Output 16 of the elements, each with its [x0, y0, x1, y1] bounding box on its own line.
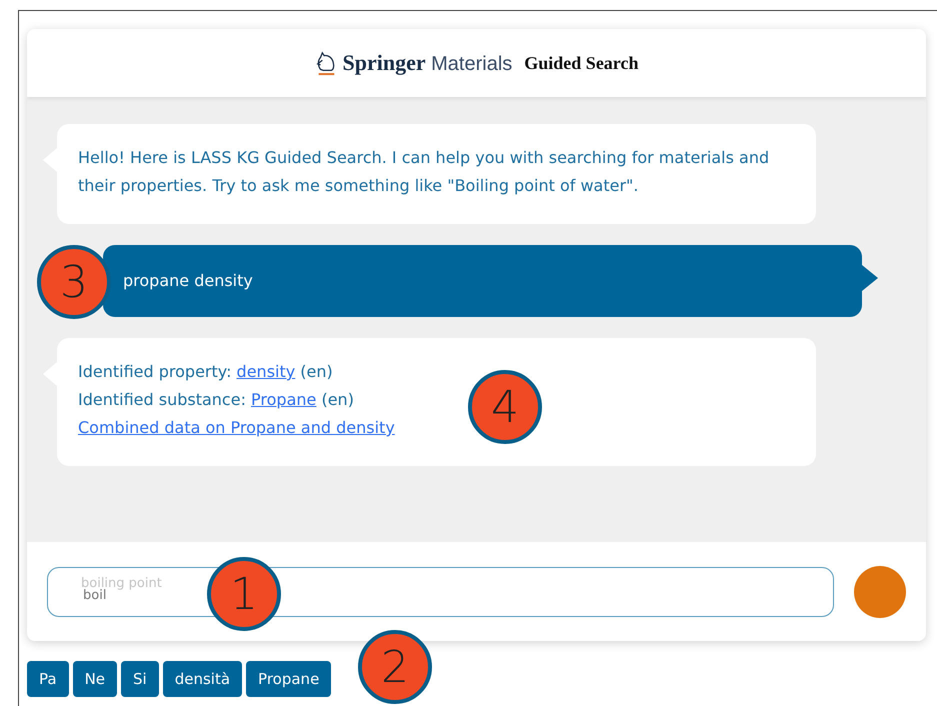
link[interactable]: density [236, 362, 296, 381]
suggestion-chip[interactable]: Ne [72, 661, 118, 697]
message-text: Identified property: density (en) [78, 361, 333, 383]
suggestion-chip[interactable]: Propane [246, 661, 332, 697]
suggestion-chip[interactable]: Si [121, 661, 159, 697]
message-text: Identified substance: Propane (en) [78, 389, 354, 411]
callout-number: 2 [358, 630, 432, 704]
send-button[interactable] [854, 566, 906, 618]
brand-name: Springer Materials [342, 50, 512, 76]
suggestion-chip[interactable]: densità [162, 661, 242, 697]
link[interactable]: Propane [251, 390, 316, 409]
message-text: propane density [123, 270, 253, 292]
suggestion-chip[interactable]: Pa [27, 661, 69, 697]
link[interactable]: Combined data on Propane and density [78, 418, 395, 437]
page-title: Guided Search [524, 52, 638, 74]
message-text: Hello! Here is LASS KG Guided Search. I can help you with searching for materials and their properties. Try to ask me something like "Boiling point of water". [78, 147, 770, 197]
